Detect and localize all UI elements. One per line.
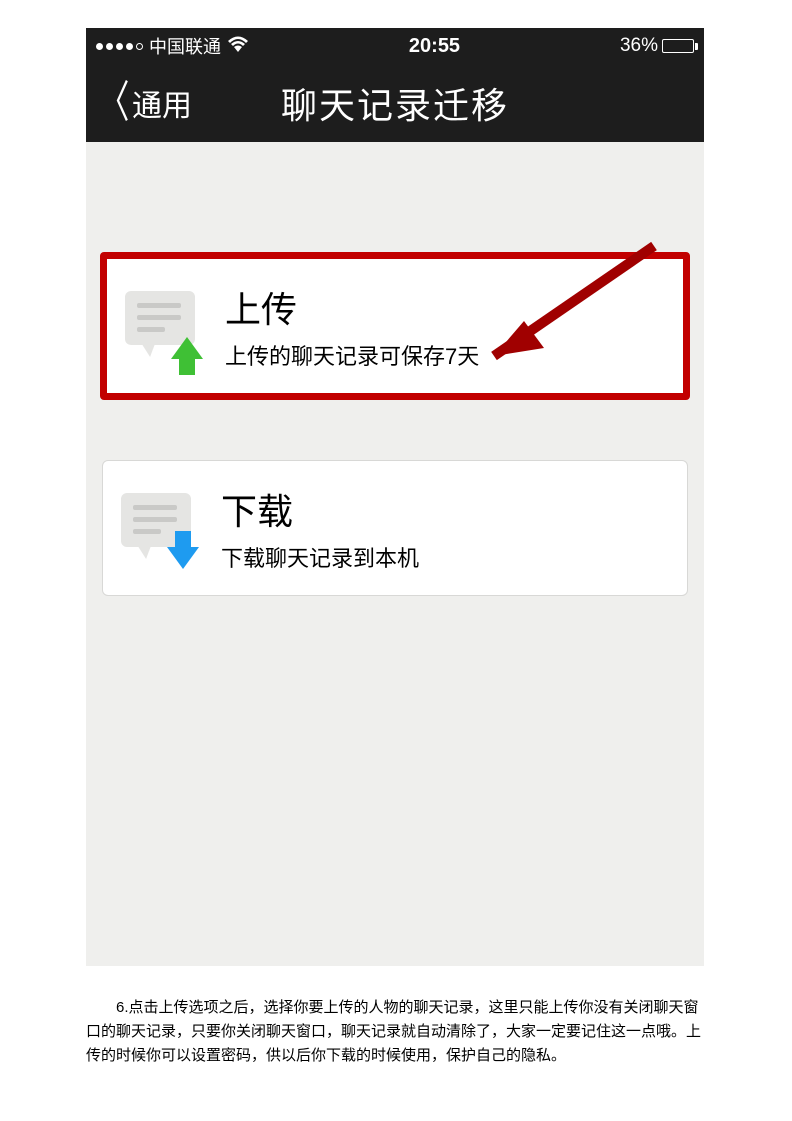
wifi-icon	[227, 36, 249, 56]
download-subtitle: 下载聊天记录到本机	[221, 541, 419, 573]
clock: 20:55	[409, 35, 460, 58]
back-label: 通用	[132, 81, 192, 125]
signal-strength-icon	[96, 43, 143, 50]
upload-text: 上传 上传的聊天记录可保存7天	[225, 281, 479, 371]
status-bar: 中国联通 20:55 36%	[86, 28, 704, 64]
navigation-bar: 〈 通用 聊天记录迁移	[86, 64, 704, 142]
download-option[interactable]: 下载 下载聊天记录到本机	[102, 460, 688, 596]
upload-icon	[125, 291, 203, 361]
carrier-label: 中国联通	[149, 33, 221, 59]
content-area: 上传 上传的聊天记录可保存7天 下载 下载聊天记录到本机	[86, 252, 704, 596]
page-title: 聊天记录迁移	[281, 77, 509, 129]
battery-icon	[662, 39, 694, 53]
back-button[interactable]: 〈 通用	[86, 81, 192, 125]
download-title: 下载	[221, 483, 419, 535]
upload-subtitle: 上传的聊天记录可保存7天	[225, 339, 479, 371]
status-left: 中国联通	[96, 33, 249, 59]
phone-screenshot: 中国联通 20:55 36% 〈 通用 聊天记录迁移	[86, 28, 704, 966]
download-icon	[121, 493, 199, 563]
battery-percent: 36%	[620, 35, 658, 57]
status-right: 36%	[620, 35, 694, 57]
instruction-text: 6.点击上传选项之后，选择你要上传的人物的聊天记录，这里只能上传你没有关闭聊天窗…	[86, 996, 704, 1068]
instruction-paragraph: 6.点击上传选项之后，选择你要上传的人物的聊天记录，这里只能上传你没有关闭聊天窗…	[86, 996, 704, 1068]
upload-title: 上传	[225, 281, 479, 333]
chevron-left-icon: 〈	[99, 81, 130, 125]
download-text: 下载 下载聊天记录到本机	[221, 483, 419, 573]
upload-option[interactable]: 上传 上传的聊天记录可保存7天	[100, 252, 690, 400]
